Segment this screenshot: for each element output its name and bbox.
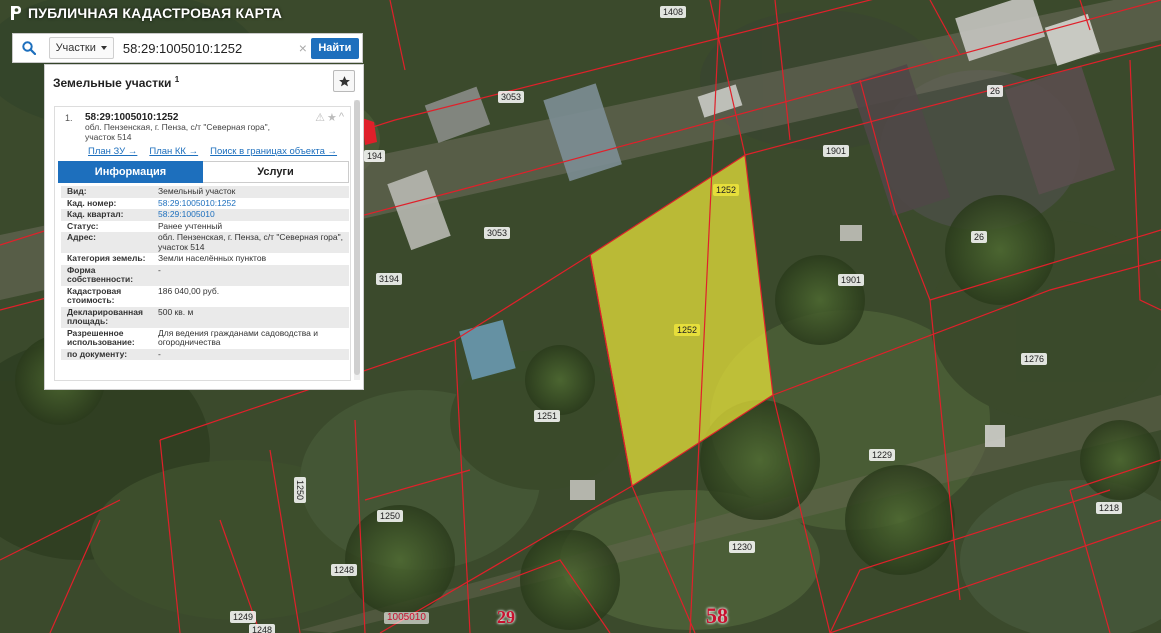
parcel-label[interactable]: 1901 xyxy=(838,274,865,286)
info-key: Вид: xyxy=(61,186,158,198)
parcel-label-selected[interactable]: 1252 xyxy=(713,184,740,196)
district-label[interactable]: 29 xyxy=(497,607,515,628)
search-bar: Участки × Найти xyxy=(12,33,363,63)
parcel-label[interactable]: 3053 xyxy=(498,91,525,103)
info-value: обл. Пензенская, г. Пенза, с/т "Северная… xyxy=(158,232,349,253)
result-tabs: Информация Услуги xyxy=(58,161,349,183)
search-input[interactable] xyxy=(122,40,293,56)
result-card-header[interactable]: 1. 58:29:1005010:1252 обл. Пензенская, г… xyxy=(55,107,350,143)
info-row: Кад. номер: 58:29:1005010:1252 xyxy=(61,198,349,210)
parcel-label[interactable]: 1218 xyxy=(1096,502,1123,514)
parcel-label[interactable]: 1250 xyxy=(377,510,404,522)
info-key: Форма собственности: xyxy=(61,264,158,286)
parcel-label[interactable]: 1248 xyxy=(249,624,276,633)
info-value: Ранее учтенный xyxy=(158,220,223,231)
star-icon[interactable]: ★ xyxy=(327,111,337,124)
result-card: 1. 58:29:1005010:1252 обл. Пензенская, г… xyxy=(54,106,351,381)
info-value: 500 кв. м xyxy=(158,306,349,328)
panel-header: Земельные участки 1 xyxy=(45,65,363,99)
info-row: Кад. квартал: 58:29:1005010 xyxy=(61,209,349,221)
parcel-label[interactable]: 1276 xyxy=(1021,353,1048,365)
search-icon[interactable] xyxy=(13,34,45,62)
info-key: Декларированная площадь: xyxy=(61,306,158,328)
warning-icon[interactable]: ⚠ xyxy=(315,111,325,124)
plan-zu-link[interactable]: План ЗУ → xyxy=(88,146,137,157)
scrollbar[interactable] xyxy=(354,100,360,380)
parcel-label[interactable]: 1251 xyxy=(534,410,561,422)
info-row: Статус: Ранее учтенный xyxy=(61,221,349,233)
info-value: - xyxy=(158,348,349,360)
info-key: Кад. номер: xyxy=(67,197,117,208)
app-title: ПУБЛИЧНАЯ КАДАСТРОВАЯ КАРТА xyxy=(10,5,282,21)
search-in-bounds-link[interactable]: Поиск в границах объекта → xyxy=(210,146,337,157)
info-key: Кадастровая стоимость: xyxy=(67,285,122,305)
info-key: Адрес: xyxy=(61,232,158,253)
chevron-up-icon[interactable]: ^ xyxy=(339,111,344,124)
star-icon xyxy=(338,75,350,86)
chevron-down-icon xyxy=(100,46,107,50)
result-index: 1. xyxy=(65,113,73,123)
search-type-dropdown[interactable]: Участки xyxy=(48,37,114,59)
info-row: Вид: Земельный участок xyxy=(61,186,349,198)
info-value: Для ведения гражданами садоводства и ого… xyxy=(158,327,319,347)
info-key: Разрешенное использование: xyxy=(67,327,135,347)
parcel-label[interactable]: 1249 xyxy=(230,611,257,623)
clear-icon[interactable]: × xyxy=(295,40,311,56)
info-row: по документу: - xyxy=(61,348,349,360)
results-panel: Земельные участки 1 1. 58:29:1005010:125… xyxy=(44,64,364,390)
parcel-label[interactable]: 1408 xyxy=(660,6,687,18)
result-links: План ЗУ → План КК → Поиск в границах объ… xyxy=(55,144,350,158)
app-title-text: ПУБЛИЧНАЯ КАДАСТРОВАЯ КАРТА xyxy=(28,5,283,21)
info-key: Кад. квартал: xyxy=(61,209,158,221)
panel-title: Земельные участки 1 xyxy=(53,75,179,90)
parcel-label[interactable]: 194 xyxy=(364,150,386,162)
find-button[interactable]: Найти xyxy=(310,37,360,59)
parcel-label[interactable]: 1230 xyxy=(729,541,756,553)
panel-title-text: Земельные участки xyxy=(53,75,172,90)
info-row: Разрешенное использование: Для ведения гр… xyxy=(61,328,349,349)
parcel-label[interactable]: 3053 xyxy=(484,227,511,239)
info-key: по документу: xyxy=(61,348,158,360)
result-actions: ⚠ ★ ^ xyxy=(315,111,344,124)
tab-services[interactable]: Услуги xyxy=(203,161,349,183)
favorite-button[interactable] xyxy=(333,70,355,92)
plan-kk-link[interactable]: План КК → xyxy=(149,146,198,157)
cadastral-block-label[interactable]: 1005010 xyxy=(384,612,429,624)
parcel-label-selected[interactable]: 1252 xyxy=(674,324,701,336)
app-logo-icon xyxy=(10,5,22,21)
region-label[interactable]: 58 xyxy=(706,603,728,629)
scrollbar-thumb[interactable] xyxy=(354,100,360,375)
info-value: 186 040,00 руб. xyxy=(158,285,220,296)
parcel-label[interactable]: 1229 xyxy=(869,449,896,461)
info-key: Статус: xyxy=(67,220,99,231)
parcel-label[interactable]: 1250 xyxy=(294,476,307,504)
info-value-link[interactable]: 58:29:1005010 xyxy=(158,209,349,221)
info-row: Адрес: обл. Пензенская, г. Пенза, с/т "Се… xyxy=(61,232,349,253)
info-row: Кадастровая стоимость: 186 040,00 руб. xyxy=(61,286,349,307)
info-key: Категория земель: xyxy=(67,253,146,263)
result-address: обл. Пензенская, г. Пенза, с/т "Северная… xyxy=(85,122,271,142)
info-value: - xyxy=(158,264,349,286)
result-count: 1 xyxy=(174,74,180,84)
info-value-link[interactable]: 58:29:1005010:1252 xyxy=(158,198,349,210)
info-value: Земельный участок xyxy=(158,186,349,198)
info-row: Форма собственности: - xyxy=(61,264,349,286)
tab-information[interactable]: Информация xyxy=(58,161,203,183)
info-value: Земли населённых пунктов xyxy=(158,253,267,263)
info-row: Категория земель: Земли населённых пункто… xyxy=(61,253,349,265)
search-type-label: Участки xyxy=(55,42,96,54)
parcel-label[interactable]: 1248 xyxy=(331,564,358,576)
info-table: Вид: Земельный участок Кад. номер: 58:29:10… xyxy=(61,186,349,360)
info-row: Декларированная площадь: 500 кв. м xyxy=(61,306,349,328)
parcel-label[interactable]: 3194 xyxy=(376,273,403,285)
parcel-label[interactable]: 26 xyxy=(987,85,1004,97)
parcel-label[interactable]: 1901 xyxy=(823,145,850,157)
parcel-label[interactable]: 26 xyxy=(971,231,988,243)
